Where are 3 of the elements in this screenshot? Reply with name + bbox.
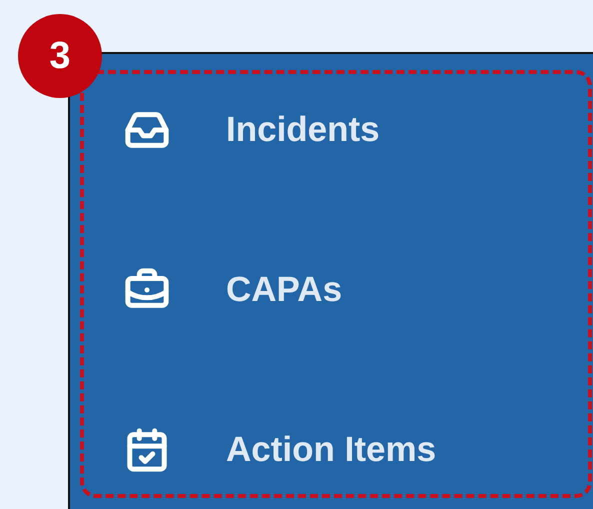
step-badge: 3 — [18, 14, 102, 98]
nav-item[interactable]: Action Items — [84, 410, 588, 490]
nav-item[interactable]: CAPAs — [84, 250, 588, 330]
